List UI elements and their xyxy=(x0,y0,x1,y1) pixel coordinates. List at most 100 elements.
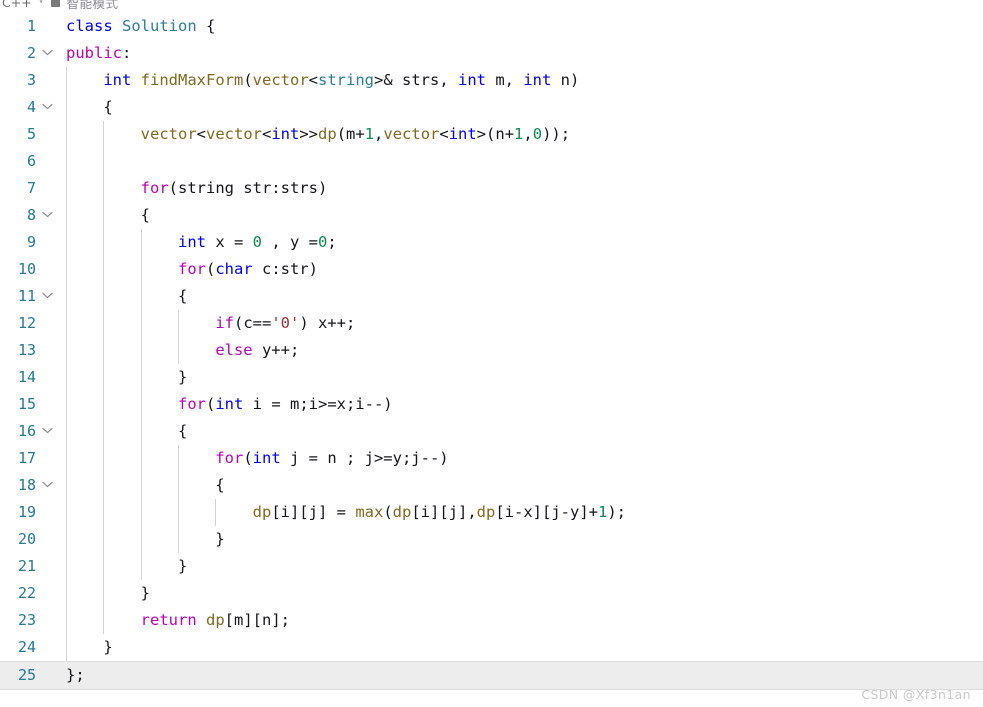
code-line-content[interactable]: } xyxy=(58,526,983,553)
code-line[interactable]: 9 int x = 0 , y =0; xyxy=(0,229,983,256)
code-line-content[interactable]: { xyxy=(58,202,983,229)
code-line[interactable]: 15 for(int i = m;i>=x;i--) xyxy=(0,391,983,418)
code-line-content[interactable]: for(int j = n ; j>=y;j--) xyxy=(58,445,983,472)
line-number: 23 xyxy=(17,611,36,629)
code-line-content[interactable]: } xyxy=(58,580,983,607)
code-token: 0 xyxy=(252,233,262,251)
line-number: 21 xyxy=(17,557,36,575)
code-line[interactable]: 20 } xyxy=(0,526,983,553)
code-line-content[interactable]: dp[i][j] = max(dp[i][j],dp[i-x][j-y]+1); xyxy=(58,499,983,526)
line-gutter: 16 xyxy=(0,418,58,445)
line-gutter: 25 xyxy=(0,662,58,689)
indent-guides xyxy=(58,40,983,67)
square-icon[interactable] xyxy=(50,0,60,7)
code-token: { xyxy=(196,17,216,35)
code-line[interactable]: 11 { xyxy=(0,283,983,310)
code-line-content[interactable]: } xyxy=(58,364,983,391)
chevron-down-icon[interactable] xyxy=(40,94,55,121)
line-number: 24 xyxy=(17,638,36,656)
code-line[interactable]: 3 int findMaxForm(vector<string>& strs, … xyxy=(0,67,983,94)
code-line-content[interactable]: if(c=='0') x++; xyxy=(58,310,983,337)
line-number: 14 xyxy=(17,368,36,386)
code-line-content[interactable]: class Solution { xyxy=(58,13,983,40)
code-line[interactable]: 5 vector<vector<int>>dp(m+1,vector<int>(… xyxy=(0,121,983,148)
code-line-content[interactable]: else y++; xyxy=(58,337,983,364)
chevron-down-icon[interactable]: ▾ xyxy=(39,0,44,6)
code-token: [i-x][j-y]+ xyxy=(495,503,598,521)
code-line-content[interactable]: vector<vector<int>>dp(m+1,vector<int>(n+… xyxy=(58,121,983,148)
code-line[interactable]: 12 if(c=='0') x++; xyxy=(0,310,983,337)
code-line-content[interactable]: } xyxy=(58,634,983,661)
code-line[interactable]: 10 for(char c:str) xyxy=(0,256,983,283)
code-token: vector xyxy=(206,125,262,143)
line-number: 2 xyxy=(26,44,36,62)
code-line[interactable]: 25}; xyxy=(0,661,983,690)
code-line[interactable]: 2 public: xyxy=(0,40,983,67)
line-number: 12 xyxy=(17,314,36,332)
code-line[interactable]: 8 { xyxy=(0,202,983,229)
code-line[interactable]: 24 } xyxy=(0,634,983,661)
line-gutter: 1 xyxy=(0,13,58,40)
line-number: 11 xyxy=(17,287,36,305)
language-selector-label[interactable]: C++ xyxy=(2,0,32,10)
code-token: n) xyxy=(551,71,580,89)
code-tokens: { xyxy=(66,422,187,440)
code-line[interactable]: 21 } xyxy=(0,553,983,580)
code-token: if xyxy=(215,314,234,332)
code-line-content[interactable]: { xyxy=(58,283,983,310)
code-token: (c== xyxy=(233,314,272,332)
code-line-content[interactable]: int x = 0 , y =0; xyxy=(58,229,983,256)
code-line-content[interactable]: return dp[m][n]; xyxy=(58,607,983,634)
code-line[interactable]: 6 xyxy=(0,148,983,175)
code-line-content[interactable]: for(char c:str) xyxy=(58,256,983,283)
code-token: m, xyxy=(486,71,524,89)
code-line[interactable]: 16 { xyxy=(0,418,983,445)
code-line-content[interactable]: public: xyxy=(58,40,983,67)
code-tokens: int x = 0 , y =0; xyxy=(66,233,337,251)
code-line[interactable]: 1 class Solution { xyxy=(0,13,983,40)
code-tokens: for(int i = m;i>=x;i--) xyxy=(66,395,393,413)
code-line[interactable]: 22 } xyxy=(0,580,983,607)
code-tokens: { xyxy=(66,206,150,224)
code-token: < xyxy=(308,71,319,89)
code-line[interactable]: 18 { xyxy=(0,472,983,499)
chevron-down-icon[interactable] xyxy=(40,418,55,445)
code-line-content[interactable] xyxy=(58,148,983,175)
code-line-content[interactable]: for(int i = m;i>=x;i--) xyxy=(58,391,983,418)
code-line[interactable]: 23 return dp[m][n]; xyxy=(0,607,983,634)
code-token: { xyxy=(66,476,225,494)
chevron-down-icon[interactable] xyxy=(40,283,55,310)
code-line-content[interactable]: { xyxy=(58,472,983,499)
chevron-down-icon[interactable] xyxy=(40,472,55,499)
line-gutter: 18 xyxy=(0,472,58,499)
code-line-content[interactable]: }; xyxy=(58,662,983,689)
code-line-content[interactable]: for(string str:strs) xyxy=(58,175,983,202)
code-line-content[interactable]: { xyxy=(58,418,983,445)
indent-guide xyxy=(66,148,67,175)
code-editor[interactable]: 1 class Solution {2 public: 3 int findMaxFo… xyxy=(0,13,983,707)
code-token: i = m;i>=x;i--) xyxy=(243,395,393,413)
indent-guides xyxy=(58,662,983,689)
indent-guides xyxy=(58,553,983,580)
code-token: { xyxy=(66,206,150,224)
code-token: int xyxy=(271,125,300,143)
code-token: 1 xyxy=(514,125,524,143)
line-gutter: 6 xyxy=(0,148,58,175)
code-line[interactable]: 17 for(int j = n ; j>=y;j--) xyxy=(0,445,983,472)
code-line[interactable]: 13 else y++; xyxy=(0,337,983,364)
code-line[interactable]: 7 for(string str:strs) xyxy=(0,175,983,202)
code-line[interactable]: 19 dp[i][j] = max(dp[i][j],dp[i-x][j-y]+… xyxy=(0,499,983,526)
code-line[interactable]: 4 { xyxy=(0,94,983,121)
chevron-down-icon[interactable] xyxy=(40,202,55,229)
code-tokens: if(c=='0') x++; xyxy=(66,314,355,332)
code-line-content[interactable]: { xyxy=(58,94,983,121)
code-line-content[interactable]: int findMaxForm(vector<string>& strs, in… xyxy=(58,67,983,94)
mode-label[interactable]: 智能模式 xyxy=(67,0,119,12)
chevron-down-icon[interactable] xyxy=(40,40,55,67)
code-line[interactable]: 14 } xyxy=(0,364,983,391)
code-line-content[interactable]: } xyxy=(58,553,983,580)
